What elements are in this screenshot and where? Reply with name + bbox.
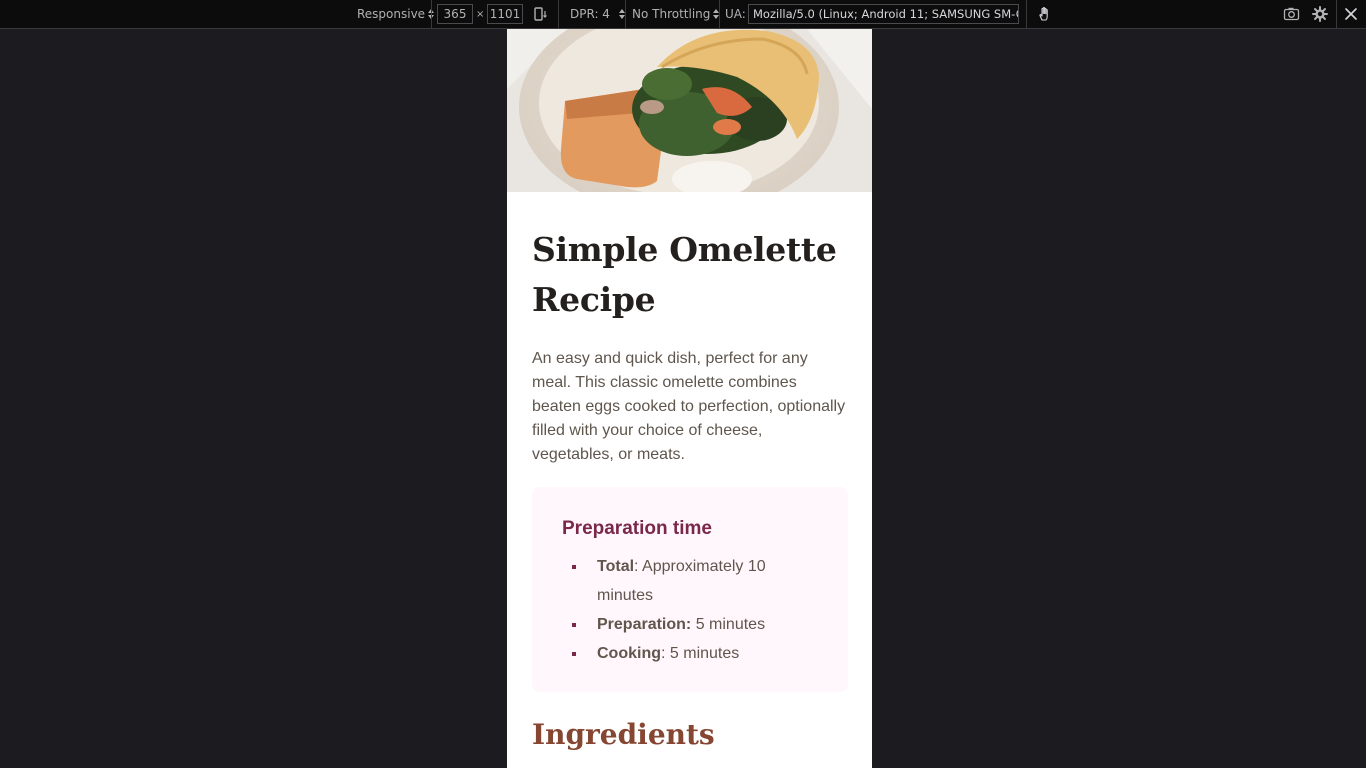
list-item-label: Total (597, 558, 635, 575)
settings-gear-icon[interactable] (1312, 0, 1328, 28)
device-viewport: Simple Omelette Recipe An easy and quick… (507, 29, 872, 768)
list-item: Total: Approximately 10 minutes (572, 552, 818, 610)
recipe-content: Simple Omelette Recipe An easy and quick… (532, 192, 848, 751)
toolbar-divider (719, 0, 720, 28)
user-agent-input[interactable]: Mozilla/5.0 (Linux; Android 11; SAMSUNG … (748, 4, 1019, 24)
list-item-label: Cooking (597, 645, 661, 662)
preparation-time-heading: Preparation time (562, 518, 712, 539)
dimension-separator: × (476, 8, 485, 20)
throttling-label: No Throttling (632, 7, 711, 21)
toolbar-divider (558, 0, 559, 28)
toolbar-divider (625, 0, 626, 28)
viewport-height-input[interactable]: 1101 (487, 4, 523, 24)
list-item: Cooking: 5 minutes (572, 639, 818, 668)
preparation-time-list: Total: Approximately 10 minutes Preparat… (562, 552, 818, 668)
list-item-value: 5 minutes (691, 616, 766, 633)
throttling-selector[interactable]: No Throttling (632, 0, 720, 28)
device-selector[interactable]: Responsive (357, 0, 435, 28)
screenshot-icon[interactable] (1283, 0, 1300, 28)
touch-simulation-icon[interactable] (1036, 0, 1052, 28)
list-item-value: : 5 minutes (661, 645, 740, 662)
close-icon[interactable] (1344, 0, 1358, 28)
preparation-time-box: Preparation time Total: Approximately 10… (532, 487, 848, 692)
viewport-width-input[interactable]: 365 (437, 4, 473, 24)
list-item-label: Preparation: (597, 616, 692, 633)
responsive-design-toolbar: Responsive 365 × 1101 DPR: 4 No Throttli… (0, 0, 1366, 29)
toolbar-divider (1336, 0, 1337, 28)
toolbar-divider (431, 0, 432, 28)
recipe-description: An easy and quick dish, perfect for any … (532, 350, 846, 463)
rotate-viewport-icon[interactable] (533, 0, 549, 28)
dpr-label: DPR: 4 (570, 7, 610, 21)
toolbar-divider (1026, 0, 1027, 28)
list-item: Preparation: 5 minutes (572, 610, 818, 639)
recipe-title: Simple Omelette Recipe (532, 230, 837, 319)
omelette-hero-image (507, 29, 872, 192)
ingredients-heading: Ingredients (532, 718, 715, 751)
device-selector-label: Responsive (357, 7, 426, 21)
dpr-selector[interactable]: DPR: 4 (570, 0, 625, 28)
ua-label: UA: (725, 7, 746, 21)
